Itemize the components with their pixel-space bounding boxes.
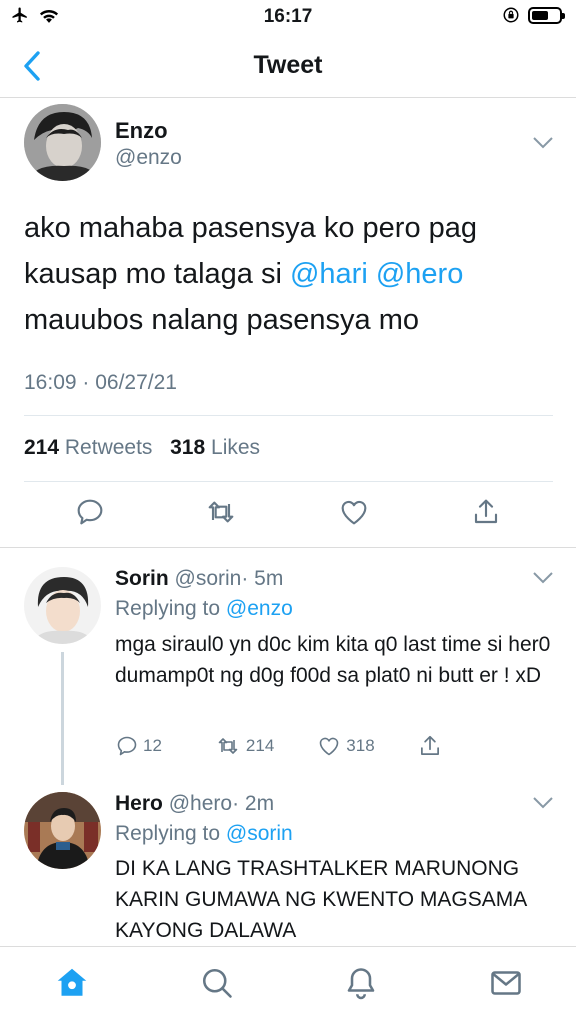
page-title: Tweet bbox=[253, 51, 323, 79]
avatar[interactable] bbox=[24, 567, 101, 644]
like-count[interactable]: 318 bbox=[170, 436, 205, 459]
avatar-photo bbox=[24, 792, 101, 869]
reply-count: 12 bbox=[143, 736, 162, 755]
avatar[interactable] bbox=[24, 104, 101, 181]
notifications-icon[interactable] bbox=[343, 965, 379, 1001]
nav-bar: Tweet bbox=[0, 34, 576, 98]
retweet-icon[interactable] bbox=[205, 496, 237, 528]
home-icon[interactable] bbox=[54, 965, 90, 1001]
replying-to-prefix: Replying to bbox=[115, 597, 221, 620]
battery-icon bbox=[528, 6, 565, 24]
reply-author-name[interactable]: Sorin bbox=[115, 567, 169, 590]
chevron-down-icon[interactable] bbox=[532, 796, 554, 810]
retweet-count: 214 bbox=[245, 736, 275, 755]
replying-to-link[interactable]: @sorin bbox=[226, 822, 293, 845]
messages-icon[interactable] bbox=[488, 965, 524, 1001]
chevron-down-icon[interactable] bbox=[532, 571, 554, 585]
replying-to-line: Replying to @enzo bbox=[115, 597, 293, 621]
reply-author-handle[interactable]: @sorin bbox=[175, 567, 242, 590]
reply-time: · 2m bbox=[232, 792, 275, 815]
battery-fill bbox=[532, 10, 548, 20]
reply-button[interactable]: 12 bbox=[115, 734, 162, 758]
status-time: 16:17 bbox=[263, 6, 313, 27]
like-icon bbox=[319, 737, 339, 756]
tab-bar bbox=[0, 946, 576, 1024]
reply-text: DI KA LANG TRASHTALKER MARUNONG KARIN GU… bbox=[115, 857, 527, 942]
mention-link-hari[interactable]: @hari bbox=[290, 258, 368, 290]
likes-label[interactable]: Likes bbox=[211, 436, 260, 459]
orientation-lock-icon bbox=[503, 7, 519, 23]
tweet-timestamp: 16:09 · 06/27/21 bbox=[24, 371, 177, 394]
reply-icon[interactable] bbox=[74, 496, 106, 528]
author-name[interactable]: Enzo bbox=[115, 118, 168, 144]
share-icon bbox=[420, 735, 439, 755]
author-handle[interactable]: @enzo bbox=[115, 146, 182, 170]
reply-time: · 5m bbox=[241, 567, 284, 590]
like-count: 318 bbox=[346, 736, 375, 755]
retweets-label[interactable]: Retweets bbox=[65, 436, 153, 459]
divider bbox=[0, 547, 576, 548]
replying-to-link[interactable]: @enzo bbox=[226, 597, 293, 620]
tweet-action-bar bbox=[0, 496, 576, 536]
tweet-stats: 214 Retweets 318 Likes bbox=[24, 436, 260, 460]
share-icon[interactable] bbox=[470, 496, 502, 528]
share-button[interactable] bbox=[417, 733, 443, 759]
avatar[interactable] bbox=[24, 792, 101, 869]
search-icon[interactable] bbox=[199, 965, 235, 1001]
divider bbox=[24, 415, 553, 416]
reply-action-bar: 12 214 318 bbox=[115, 733, 443, 759]
reply-text: mga siraul0 yn d0c kim kita q0 last time… bbox=[115, 633, 551, 687]
divider bbox=[24, 481, 553, 482]
reply-author-handle[interactable]: @hero bbox=[169, 792, 232, 815]
status-bar: 16:17 bbox=[0, 0, 576, 34]
thread-line bbox=[61, 652, 64, 785]
like-icon[interactable] bbox=[338, 496, 370, 528]
avatar-photo bbox=[24, 104, 101, 181]
status-right bbox=[502, 6, 565, 24]
reply-icon bbox=[117, 736, 137, 756]
reply-header: Sorin @sorin· 5m bbox=[115, 567, 283, 591]
retweet-count[interactable]: 214 bbox=[24, 436, 59, 459]
reply-header: Hero @hero· 2m bbox=[115, 792, 274, 816]
tweet-text-after: mauubos nalang pasensya mo bbox=[24, 304, 419, 336]
tweet-text: ako mahaba pasensya ko pero pag kausap m… bbox=[24, 205, 554, 343]
mention-link-hero[interactable]: @hero bbox=[376, 258, 463, 290]
retweet-icon bbox=[218, 738, 238, 754]
chevron-down-icon[interactable] bbox=[532, 136, 554, 150]
avatar-photo bbox=[24, 567, 101, 644]
retweet-button[interactable]: 214 bbox=[214, 734, 274, 758]
reply-author-name[interactable]: Hero bbox=[115, 792, 163, 815]
battery-tip bbox=[562, 12, 565, 19]
like-button[interactable]: 318 bbox=[316, 734, 375, 758]
replying-to-prefix: Replying to bbox=[115, 822, 221, 845]
replying-to-line: Replying to @sorin bbox=[115, 822, 293, 846]
